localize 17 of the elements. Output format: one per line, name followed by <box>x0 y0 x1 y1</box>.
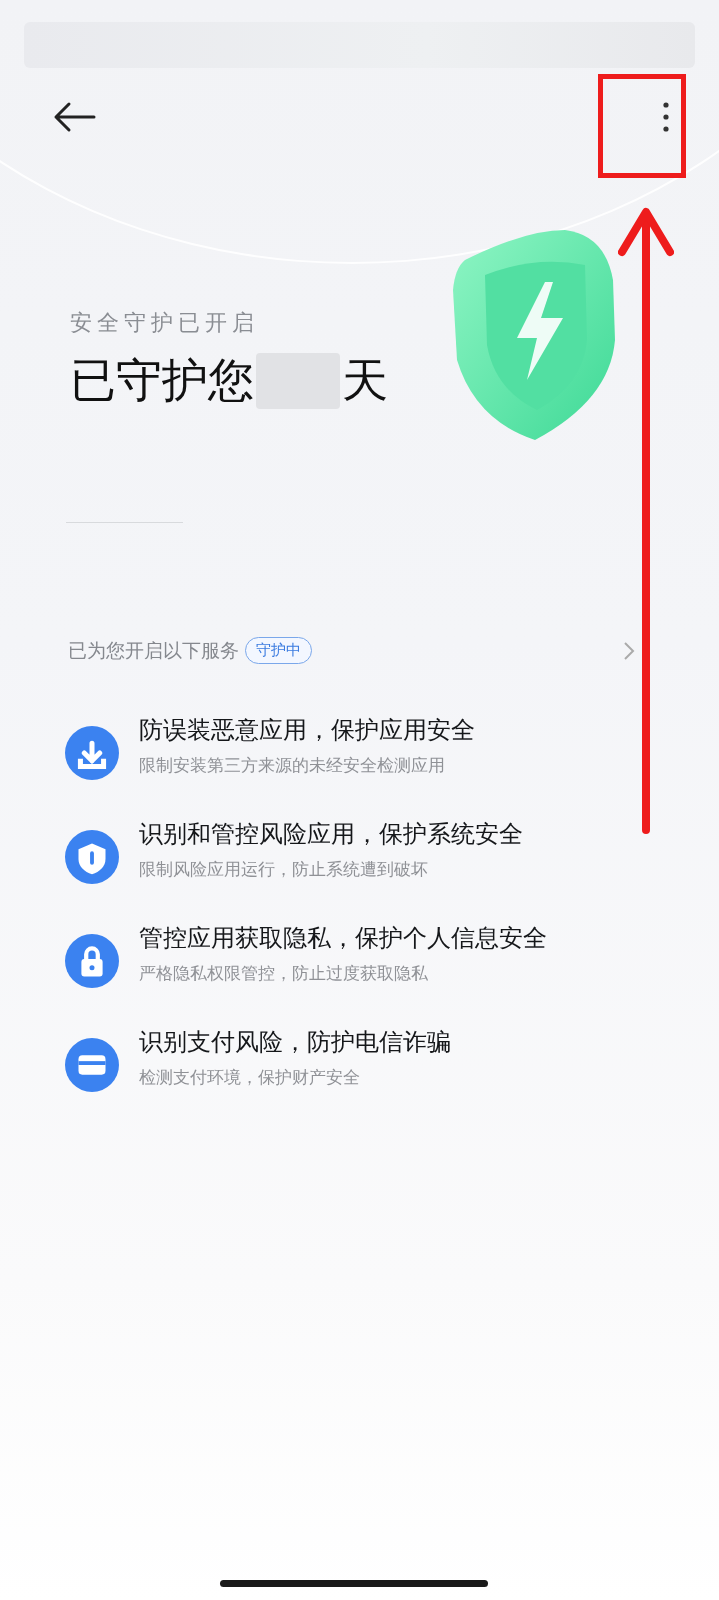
service-title: 识别和管控风险应用，保护系统安全 <box>139 819 523 850</box>
headline-text: 已守护您 <box>70 352 254 409</box>
services-heading: 已为您开启以下服务 <box>68 637 239 663</box>
card-icon <box>65 1038 119 1092</box>
service-description: 严格隐私权限管控，防止过度获取隐私 <box>139 962 429 985</box>
service-description: 限制风险应用运行，防止系统遭到破坏 <box>139 858 429 881</box>
download-icon <box>65 726 119 780</box>
lock-icon <box>65 934 119 988</box>
service-description: 检测支付环境，保护财产安全 <box>139 1066 361 1089</box>
service-title: 防误装恶意应用，保护应用安全 <box>139 715 475 746</box>
status-text: 安全守护已开启 <box>70 309 260 337</box>
service-description: 限制安装第三方来源的未经安全检测应用 <box>139 754 446 777</box>
status-badge: 守护中 <box>245 637 312 664</box>
service-title: 识别支付风险，防护电信诈骗 <box>139 1027 451 1058</box>
service-title: 管控应用获取隐私，保护个人信息安全 <box>139 923 547 954</box>
shield-icon <box>65 830 119 884</box>
headline-unit: 天 <box>342 352 388 409</box>
